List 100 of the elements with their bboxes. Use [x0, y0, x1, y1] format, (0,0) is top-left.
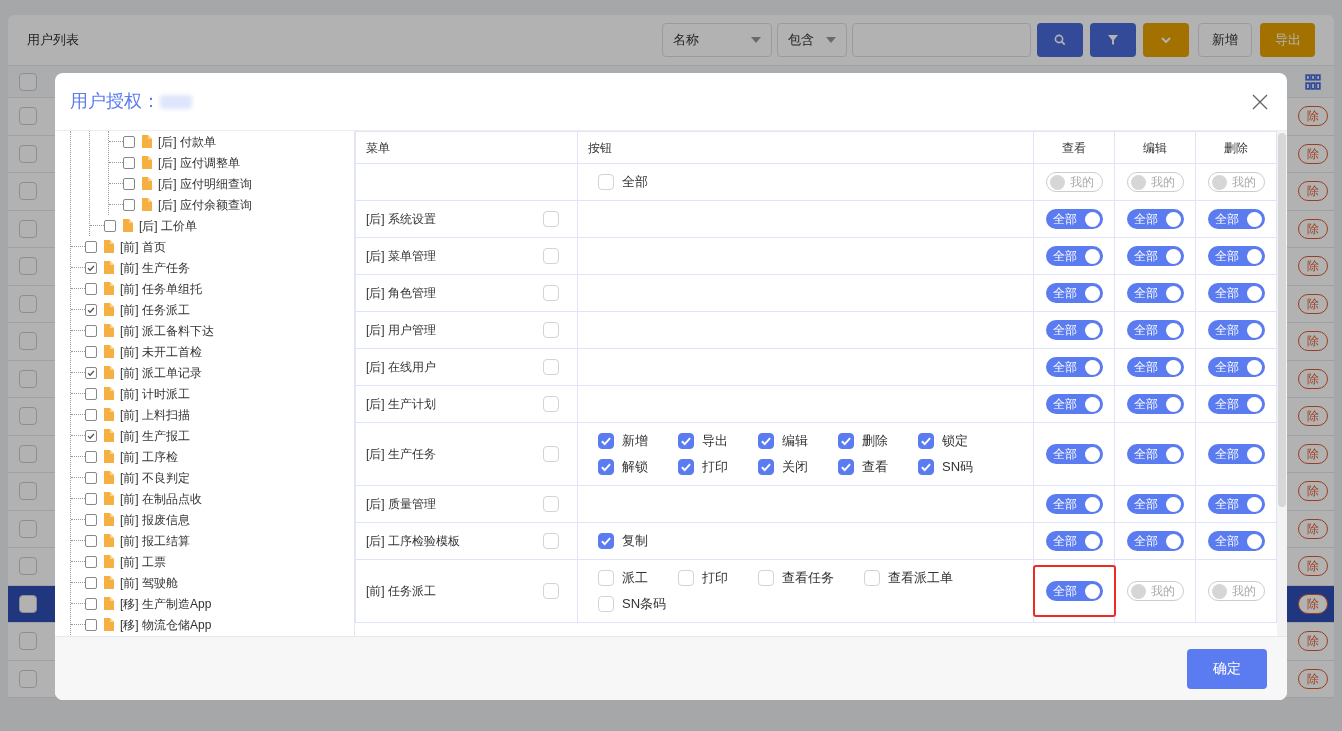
delete-button[interactable]: 除 — [1298, 593, 1328, 614]
tree-item[interactable]: [前] 不良判定 — [120, 468, 190, 487]
tree-item[interactable]: [后] 付款单 — [158, 132, 216, 151]
toggle-switch[interactable]: 全部 — [1207, 320, 1265, 340]
checkbox[interactable] — [19, 557, 37, 576]
checkbox[interactable] — [85, 261, 97, 274]
filter-select[interactable]: 包含 — [777, 23, 847, 57]
export-button[interactable]: 导出 — [1260, 23, 1315, 57]
delete-button[interactable]: 除 — [1298, 293, 1328, 314]
checkbox[interactable] — [19, 107, 37, 126]
checkbox[interactable] — [85, 618, 97, 631]
toggle-switch[interactable]: 我的 — [1207, 581, 1265, 601]
toggle-switch[interactable]: 全部 — [1045, 209, 1103, 229]
checkbox[interactable] — [19, 482, 37, 501]
checkbox[interactable] — [85, 555, 97, 568]
checkbox[interactable] — [123, 177, 135, 190]
confirm-button[interactable]: 确定 — [1187, 648, 1267, 689]
checkbox[interactable] — [758, 459, 774, 475]
toggle-switch[interactable]: 我的 — [1045, 172, 1103, 192]
tree-item[interactable]: [移] 生产制造App — [120, 594, 212, 613]
filter-button[interactable] — [1090, 23, 1136, 57]
toggle-switch[interactable]: 全部 — [1126, 531, 1184, 551]
checkbox[interactable] — [19, 669, 37, 688]
toggle-switch[interactable]: 全部 — [1207, 283, 1265, 303]
toggle-switch[interactable]: 全部 — [1126, 494, 1184, 514]
toggle-switch[interactable]: 我的 — [1207, 172, 1265, 192]
toggle-switch[interactable]: 全部 — [1126, 444, 1184, 464]
toggle-switch[interactable]: 全部 — [1207, 494, 1265, 514]
filter-select[interactable]: 名称 — [662, 23, 772, 57]
toggle-switch[interactable]: 全部 — [1207, 394, 1265, 414]
delete-button[interactable]: 除 — [1298, 181, 1328, 202]
checkbox[interactable] — [85, 408, 97, 421]
checkbox[interactable] — [19, 294, 37, 313]
checkbox[interactable] — [19, 369, 37, 388]
toggle-switch[interactable]: 全部 — [1207, 531, 1265, 551]
checkbox[interactable] — [85, 240, 97, 253]
checkbox[interactable] — [758, 433, 774, 449]
checkbox[interactable] — [19, 257, 37, 276]
tree-item[interactable]: [前] 工序检 — [120, 447, 178, 466]
checkbox[interactable] — [19, 632, 37, 651]
tree-item[interactable]: [前] 在制品点收 — [120, 489, 202, 508]
checkbox[interactable] — [19, 444, 37, 463]
checkbox[interactable] — [598, 433, 614, 449]
checkbox[interactable] — [598, 459, 614, 475]
delete-button[interactable]: 除 — [1298, 331, 1328, 352]
toggle-switch[interactable]: 全部 — [1045, 320, 1103, 340]
tree-item[interactable]: [前] 计时派工 — [120, 384, 190, 403]
toggle-switch[interactable]: 全部 — [1126, 357, 1184, 377]
checkbox[interactable] — [123, 156, 135, 169]
toggle-switch[interactable]: 我的 — [1126, 581, 1184, 601]
checkbox[interactable] — [918, 459, 934, 475]
checkbox[interactable] — [123, 198, 135, 211]
checkbox[interactable] — [19, 519, 37, 538]
checkbox[interactable] — [85, 513, 97, 526]
tree-item[interactable]: [后] 工价单 — [139, 216, 197, 235]
delete-button[interactable]: 除 — [1298, 368, 1328, 389]
delete-button[interactable]: 除 — [1298, 256, 1328, 277]
checkbox[interactable] — [85, 345, 97, 358]
add-button[interactable]: 新增 — [1198, 23, 1252, 57]
toggle-switch[interactable]: 全部 — [1045, 494, 1103, 514]
checkbox[interactable] — [19, 144, 37, 163]
toggle-switch[interactable]: 全部 — [1045, 531, 1103, 551]
checkbox[interactable] — [19, 407, 37, 426]
tree-item[interactable]: [前] 派工备料下达 — [120, 321, 214, 340]
tree-item[interactable]: [后] 应付明细查询 — [158, 174, 252, 193]
checkbox[interactable] — [85, 429, 97, 442]
toggle-switch[interactable]: 全部 — [1126, 394, 1184, 414]
checkbox[interactable] — [678, 433, 694, 449]
checkbox[interactable] — [678, 459, 694, 475]
tree-item[interactable]: [后] 应付调整单 — [158, 153, 240, 172]
tree-item[interactable]: [前] 报废信息 — [120, 510, 190, 529]
checkbox[interactable] — [85, 471, 97, 484]
delete-button[interactable]: 除 — [1298, 406, 1328, 427]
tree-item[interactable]: [前] 上料扫描 — [120, 405, 190, 424]
checkbox[interactable] — [85, 492, 97, 505]
checkbox[interactable] — [598, 533, 614, 549]
delete-button[interactable]: 除 — [1298, 631, 1328, 652]
tree-item[interactable]: [前] 生产报工 — [120, 426, 190, 445]
checkbox[interactable] — [838, 459, 854, 475]
checkbox[interactable] — [85, 576, 97, 589]
tree-item[interactable]: [前] 驾驶舱 — [120, 573, 178, 592]
checkbox[interactable] — [19, 594, 37, 613]
tree-item[interactable]: [前] 未开工首检 — [120, 342, 202, 361]
toggle-switch[interactable]: 全部 — [1126, 320, 1184, 340]
delete-button[interactable]: 除 — [1298, 443, 1328, 464]
tree-item[interactable]: [移] 物流仓储App — [120, 615, 212, 634]
toggle-switch[interactable]: 全部 — [1207, 444, 1265, 464]
search-button[interactable] — [1037, 23, 1083, 57]
toggle-switch[interactable]: 全部 — [1045, 357, 1103, 377]
checkbox[interactable] — [19, 332, 37, 351]
tree-item[interactable]: [前] 工票 — [120, 552, 166, 571]
toggle-switch[interactable]: 我的 — [1126, 172, 1184, 192]
toggle-switch[interactable]: 全部 — [1126, 209, 1184, 229]
checkbox[interactable] — [19, 182, 37, 201]
checkbox[interactable] — [85, 534, 97, 547]
toggle-switch[interactable]: 全部 — [1045, 394, 1103, 414]
toggle-switch[interactable]: 全部 — [1045, 581, 1103, 601]
tree-item[interactable]: [后] 应付余额查询 — [158, 195, 252, 214]
toggle-switch[interactable]: 全部 — [1207, 209, 1265, 229]
toggle-switch[interactable]: 全部 — [1207, 357, 1265, 377]
